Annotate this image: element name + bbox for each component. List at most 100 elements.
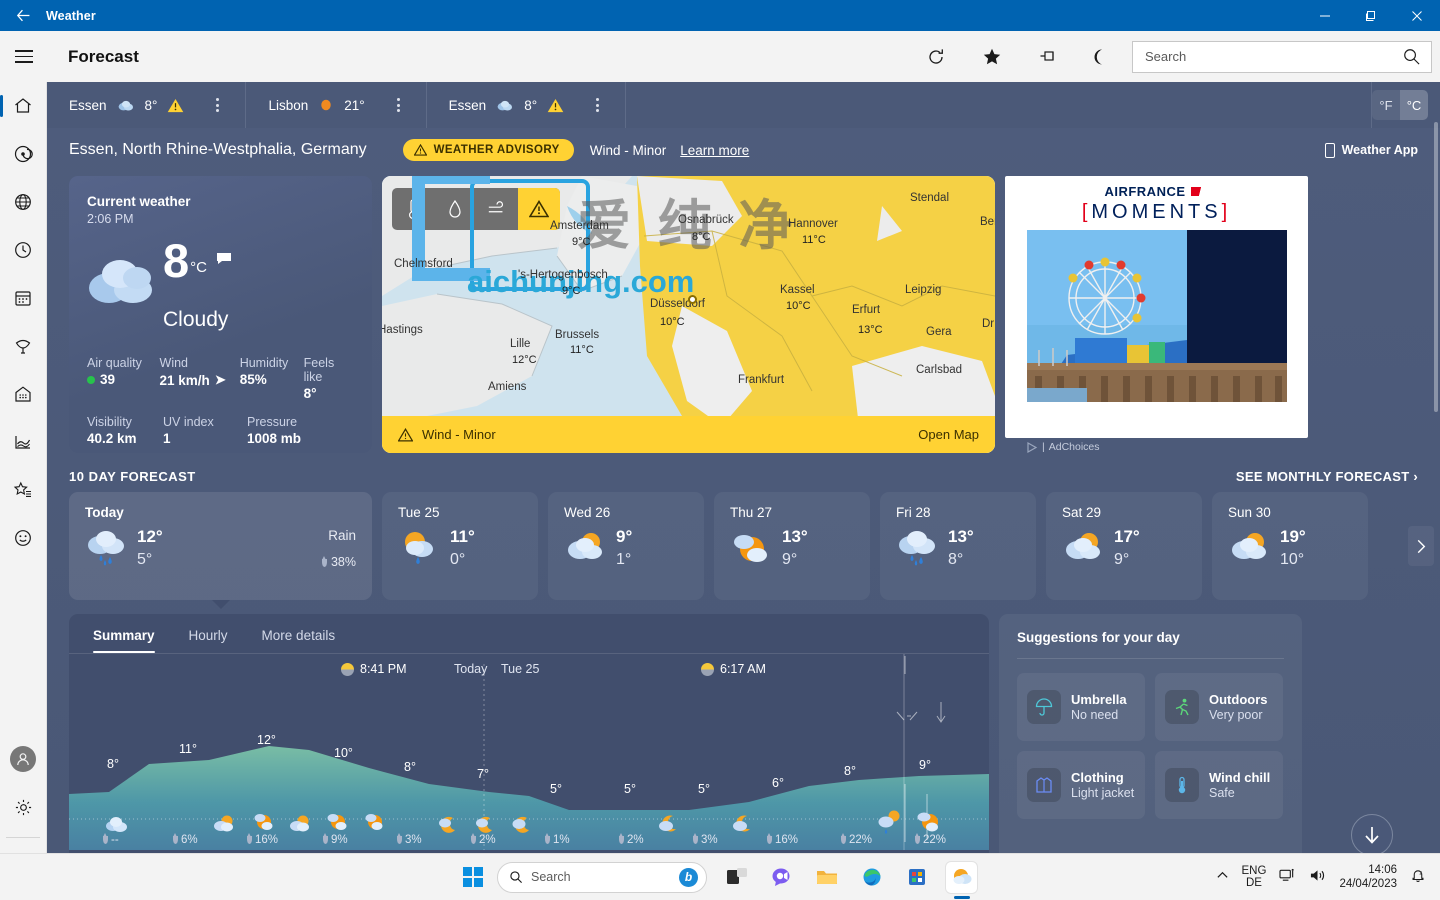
show-hidden-icons-icon[interactable] [1216,869,1229,885]
rail-item-home[interactable] [0,82,47,130]
moon-icon[interactable] [1076,31,1132,82]
forecast-day-card[interactable]: Wed 26 9° 1° [548,492,704,600]
star-icon[interactable] [964,31,1020,82]
location-tab[interactable]: Essen 8° [47,82,246,128]
location-tab[interactable]: Lisbon 21° [246,82,426,128]
minimize-button[interactable] [1302,0,1348,31]
suggestion-value: No need [1071,708,1127,722]
suggestion-clothing[interactable]: Clothing Light jacket [1017,751,1145,819]
forecast-day-card[interactable]: Sat 29 17° 9° [1046,492,1202,600]
location-tab[interactable]: Essen 8° [427,82,626,128]
see-monthly-forecast-link[interactable]: SEE MONTHLY FORECAST › [1236,469,1418,484]
windows-start-icon[interactable] [463,867,483,887]
rail-item-hourly[interactable] [0,226,47,274]
rail-item-maps[interactable] [0,178,47,226]
forecast-day-card[interactable]: Tue 25 11° 0° [382,492,538,600]
rail-item-pollen[interactable] [0,322,47,370]
chart-temp-label: 10° [334,746,353,760]
location-name: Essen, North Rhine-Westphalia, Germany [69,141,367,159]
back-button[interactable] [0,0,46,31]
tab-hourly[interactable]: Hourly [189,628,228,653]
metric-label: Wind [160,356,240,370]
taskbar-clock[interactable]: 14:06 24/04/2023 [1339,863,1397,891]
partly-sunny-icon [326,812,350,832]
bottom-panels-row: Summary Hourly More details [47,600,1440,853]
location-tab-menu[interactable] [194,98,233,112]
current-weather-card[interactable]: Current weather 2:06 PM 8°C Cloudy Air q… [69,176,372,453]
map-alert-bar[interactable]: Wind - Minor Open Map [382,416,995,453]
taskbar-app-widgets[interactable] [721,862,752,893]
taskbar-app-chat[interactable] [766,862,797,893]
rail-item-feedback[interactable] [0,514,47,562]
day-body: 13° 9° [730,526,854,571]
taskbar-app-explorer[interactable] [811,862,842,893]
maximize-button[interactable] [1348,0,1394,31]
suggestion-outdoors[interactable]: Outdoors Very poor [1155,673,1283,741]
open-map-link[interactable]: Open Map [918,427,979,442]
rail-item-account[interactable] [0,735,47,783]
metric-uv-index: UV index 1 [163,415,247,446]
comment-icon[interactable] [216,252,232,265]
ad-card[interactable]: AIRFRANCE [MOMENTS] [1005,176,1308,438]
suggestion-wind-chill[interactable]: Wind chill Safe [1155,751,1283,819]
search-icon[interactable] [1402,47,1421,66]
map-city-label: Stendal [910,192,949,204]
rail-item-favorites[interactable] [0,466,47,514]
rail-item-settings[interactable] [0,783,47,831]
rail-item-trends[interactable] [0,418,47,466]
taskbar-app-edge[interactable] [856,862,887,893]
close-button[interactable] [1394,0,1440,31]
map-city-label: Dr [982,318,994,330]
rail-item-monthly[interactable] [0,274,47,322]
rail-item-home-comfort[interactable] [0,370,47,418]
hourly-summary-card: Summary Hourly More details [69,614,989,853]
chart-precip-label: 2% [471,834,496,846]
metric-air-quality: Air quality 39 [87,356,160,401]
alert-triangle-icon [398,428,413,442]
language-indicator[interactable]: ENG DE [1242,865,1267,890]
learn-more-link[interactable]: Learn more [680,143,749,158]
metric-label: Feels like [304,356,354,384]
refresh-icon[interactable] [908,31,964,82]
forecast-day-card[interactable]: Fri 28 13° 8° [880,492,1036,600]
tab-summary[interactable]: Summary [93,628,155,653]
taskbar-app-weather[interactable] [946,862,977,893]
next-days-button[interactable] [1408,526,1434,566]
scrollbar-thumb[interactable] [1434,122,1438,412]
advertisement-panel[interactable]: AIRFRANCE [MOMENTS] [1005,176,1308,453]
current-temp-unit: °C [190,259,207,276]
bing-chat-icon[interactable]: b [679,868,698,887]
chart-temp-label: 8° [404,760,416,774]
top-panels-row: Current weather 2:06 PM 8°C Cloudy Air q… [47,172,1440,453]
forecast-day-card[interactable]: Thu 27 13° 9° [714,492,870,600]
network-icon[interactable] [1279,868,1296,886]
current-weather-main: 8°C [87,234,354,312]
notifications-bell-icon[interactable]: z [1410,868,1426,886]
taskbar-app-store[interactable] [901,862,932,893]
taskbar-search-input[interactable]: Search b [497,862,707,893]
precip-drop-icon [103,836,108,844]
scroll-down-button[interactable] [1351,814,1393,856]
tab-more-details[interactable]: More details [262,628,336,653]
suggestion-umbrella[interactable]: Umbrella No need [1017,673,1145,741]
weather-map-card[interactable]: 爱 纯 净 aichunjing.com Chelmsford Hastings… [382,176,995,453]
weather-app-link[interactable]: Weather App [1325,143,1418,158]
unit-toggle[interactable]: °F °C [1372,90,1428,120]
unit-fahrenheit[interactable]: °F [1372,90,1400,120]
rail-item-radar[interactable] [0,130,47,178]
forecast-day-card-today[interactable]: Today 12° 5° Rain 38% [69,492,372,600]
search-input[interactable]: Search [1132,41,1432,73]
volume-icon[interactable] [1309,868,1326,886]
weather-advisory-badge[interactable]: WEATHER ADVISORY [403,139,574,161]
content-scrollbar[interactable] [1432,82,1440,853]
adchoices-label[interactable]: | AdChoices [1005,441,1308,453]
pin-icon[interactable] [1020,31,1076,82]
location-tab-menu[interactable] [375,98,414,112]
location-tab-menu[interactable] [574,98,613,112]
map-city-temp: 9°C [572,236,590,248]
metric-value: 8° [304,386,354,401]
unit-celsius[interactable]: °C [1400,90,1428,120]
forecast-day-card[interactable]: Sun 30 19° 10° [1212,492,1368,600]
day-high: 9° [616,526,632,548]
hamburger-menu-icon[interactable] [0,31,48,82]
